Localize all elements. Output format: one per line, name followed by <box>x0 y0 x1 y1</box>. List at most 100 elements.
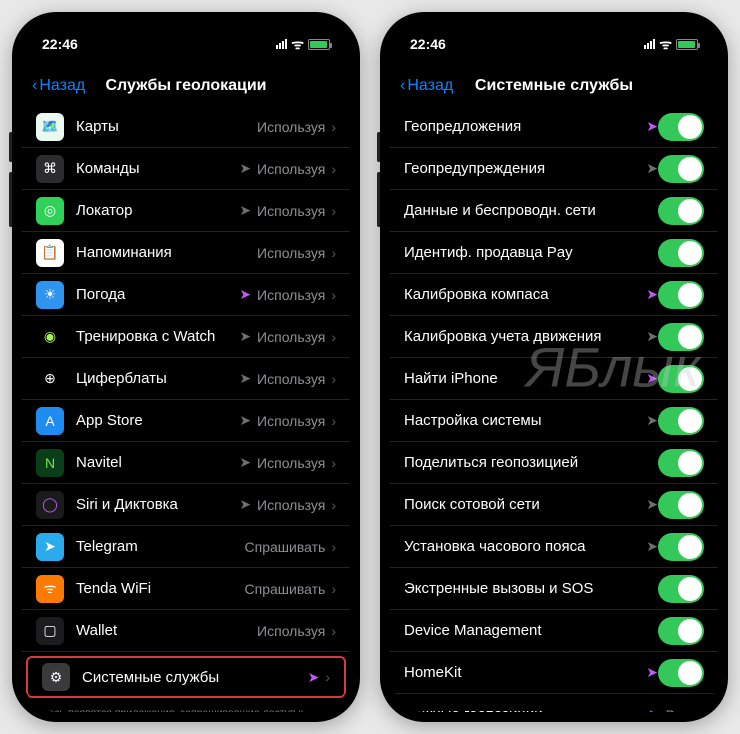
chevron-right-icon: › <box>331 371 336 387</box>
service-row: Геопредложения ➤ <box>390 106 718 148</box>
toggle-switch[interactable] <box>658 449 704 477</box>
service-row: Найти iPhone ➤ <box>390 358 718 400</box>
content-left[interactable]: 🗺️ Карты Используя › ⌘ Команды ➤ Использ… <box>22 106 350 712</box>
app-row[interactable]: ➤ Telegram Спрашивать › <box>22 526 350 568</box>
location-arrow-icon: ➤ <box>239 454 251 471</box>
status-time: 22:46 <box>42 36 78 52</box>
app-row[interactable]: ◎ Локатор ➤ Используя › <box>22 190 350 232</box>
chevron-right-icon: › <box>325 669 330 685</box>
chevron-right-icon: › <box>331 455 336 471</box>
system-services-row[interactable]: ⚙ Системные службы ➤ › <box>26 656 346 698</box>
app-icon: ◉ <box>36 323 64 351</box>
toggle-switch[interactable] <box>658 659 704 687</box>
location-arrow-icon: ➤ <box>239 286 251 303</box>
notch <box>111 22 261 46</box>
gear-icon: ⚙ <box>42 663 70 691</box>
footer-text: Здесь появятся приложения, запрашивавшие… <box>22 698 350 712</box>
content-right[interactable]: Геопредложения ➤ Геопредупреждения ➤ Дан… <box>390 106 718 712</box>
toggle-switch[interactable] <box>658 491 704 519</box>
app-status: Используя <box>257 203 325 219</box>
app-row[interactable]: ◯ Siri и Диктовка ➤ Используя › <box>22 484 350 526</box>
phone-left: 22:46 ᯤ ‹ Назад Службы геолокации 🗺️ Кар… <box>12 12 360 722</box>
toggle-switch[interactable] <box>658 155 704 183</box>
app-row[interactable]: 🗺️ Карты Используя › <box>22 106 350 148</box>
app-row[interactable]: A App Store ➤ Используя › <box>22 400 350 442</box>
back-button[interactable]: ‹ Назад <box>400 77 453 95</box>
service-row: Калибровка компаса ➤ <box>390 274 718 316</box>
app-status: Используя <box>257 497 325 513</box>
chevron-right-icon: › <box>331 497 336 513</box>
service-label: Поделиться геопозицией <box>404 454 658 471</box>
app-label: Wallet <box>76 622 251 639</box>
location-arrow-icon: ➤ <box>239 328 251 345</box>
location-arrow-icon: ➤ <box>646 160 658 177</box>
service-label: Важные геопозиции <box>404 706 642 712</box>
chevron-right-icon: › <box>331 623 336 639</box>
back-button[interactable]: ‹ Назад <box>32 77 85 95</box>
app-icon: ◯ <box>36 491 64 519</box>
back-label: Назад <box>407 77 453 95</box>
app-status: Используя <box>257 623 325 639</box>
app-row[interactable]: ☀ Погода ➤ Используя › <box>22 274 350 316</box>
app-label: Siri и Диктовка <box>76 496 233 513</box>
service-row: Поделиться геопозицией <box>390 442 718 484</box>
phone-right: 22:46 ᯤ ‹ Назад Системные службы Геопред… <box>380 12 728 722</box>
service-row: Калибровка учета движения ➤ <box>390 316 718 358</box>
app-row[interactable]: ⌘ Команды ➤ Используя › <box>22 148 350 190</box>
app-row[interactable]: ⊕ Циферблаты ➤ Используя › <box>22 358 350 400</box>
wifi-icon: ᯤ <box>659 35 672 54</box>
toggle-switch[interactable] <box>658 575 704 603</box>
app-row[interactable]: N Navitel ➤ Используя › <box>22 442 350 484</box>
app-label: Циферблаты <box>76 370 233 387</box>
notch <box>479 22 629 46</box>
location-arrow-icon: ➤ <box>646 496 658 513</box>
cellular-icon <box>276 39 287 49</box>
service-label: Установка часового пояса <box>404 538 640 555</box>
app-row[interactable]: 📋 Напоминания Используя › <box>22 232 350 274</box>
app-label: Погода <box>76 286 233 303</box>
app-row[interactable]: ▢ Wallet Используя › <box>22 610 350 652</box>
battery-icon <box>676 39 698 50</box>
app-status: Используя <box>257 455 325 471</box>
chevron-right-icon: › <box>331 329 336 345</box>
chevron-right-icon: › <box>331 161 336 177</box>
app-label: Локатор <box>76 202 233 219</box>
app-row[interactable]: ᯤ Tenda WiFi Спрашивать › <box>22 568 350 610</box>
app-row[interactable]: ◉ Тренировка с Watch ➤ Используя › <box>22 316 350 358</box>
toggle-switch[interactable] <box>658 617 704 645</box>
app-icon: ᯤ <box>36 575 64 603</box>
chevron-right-icon: › <box>331 581 336 597</box>
location-arrow-icon: ➤ <box>646 538 658 555</box>
location-arrow-icon: ➤ <box>646 286 658 303</box>
location-arrow-icon: ➤ <box>648 706 660 712</box>
app-icon: ➤ <box>36 533 64 561</box>
toggle-switch[interactable] <box>658 197 704 225</box>
service-link-row[interactable]: Важные геопозиции ➤ Вкл. › <box>390 694 718 712</box>
app-label: App Store <box>76 412 233 429</box>
app-icon: ⌘ <box>36 155 64 183</box>
screen: 22:46 ᯤ ‹ Назад Службы геолокации 🗺️ Кар… <box>22 22 350 712</box>
toggle-switch[interactable] <box>658 239 704 267</box>
toggle-switch[interactable] <box>658 365 704 393</box>
app-label: Тренировка с Watch <box>76 328 233 345</box>
status-time: 22:46 <box>410 36 446 52</box>
app-label: Tenda WiFi <box>76 580 239 597</box>
service-row: Поиск сотовой сети ➤ <box>390 484 718 526</box>
app-icon: 📋 <box>36 239 64 267</box>
toggle-switch[interactable] <box>658 113 704 141</box>
wifi-icon: ᯤ <box>291 35 304 54</box>
screen: 22:46 ᯤ ‹ Назад Системные службы Геопред… <box>390 22 718 712</box>
chevron-right-icon: › <box>331 287 336 303</box>
toggle-switch[interactable] <box>658 407 704 435</box>
toggle-switch[interactable] <box>658 323 704 351</box>
chevron-right-icon: › <box>331 203 336 219</box>
service-row: Идентиф. продавца Pay <box>390 232 718 274</box>
app-icon: A <box>36 407 64 435</box>
toggle-switch[interactable] <box>658 281 704 309</box>
service-row: Установка часового пояса ➤ <box>390 526 718 568</box>
toggle-switch[interactable] <box>658 533 704 561</box>
app-status: Используя <box>257 245 325 261</box>
location-arrow-icon: ➤ <box>239 412 251 429</box>
status-right: ᯤ <box>276 35 330 54</box>
app-label: Navitel <box>76 454 233 471</box>
